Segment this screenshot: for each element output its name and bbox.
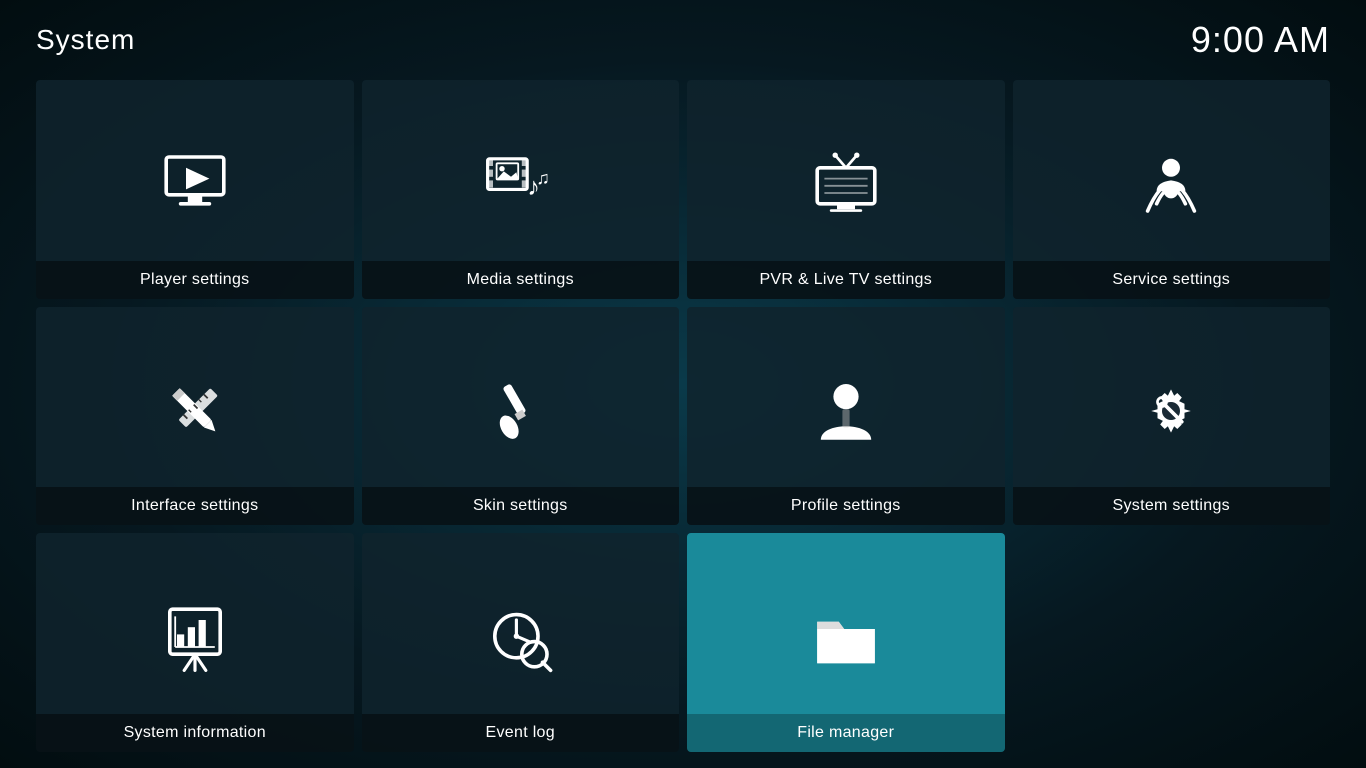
file-manager-label: File manager [687, 714, 1005, 752]
svg-text:♫: ♫ [536, 168, 550, 188]
tile-pvr-settings[interactable]: PVR & Live TV settings [687, 80, 1005, 299]
sysinfo-icon [155, 598, 235, 678]
system-settings-label: System settings [1013, 487, 1331, 525]
tile-system-settings[interactable]: System settings [1013, 307, 1331, 526]
clock: 9:00 AM [1191, 19, 1330, 61]
tile-event-log[interactable]: Event log [362, 533, 680, 752]
service-settings-label: Service settings [1013, 261, 1331, 299]
system-settings-icon [1131, 371, 1211, 451]
filemanager-icon [806, 598, 886, 678]
player-icon [155, 144, 235, 224]
service-icon [1131, 144, 1211, 224]
interface-settings-label: Interface settings [36, 487, 354, 525]
tile-system-information[interactable]: System information [36, 533, 354, 752]
event-log-label: Event log [362, 714, 680, 752]
skin-icon [480, 371, 560, 451]
tile-media-settings[interactable]: ♪ ♫ Media settings [362, 80, 680, 299]
interface-icon [155, 371, 235, 451]
skin-settings-label: Skin settings [362, 487, 680, 525]
tile-player-settings[interactable]: Player settings [36, 80, 354, 299]
page-title: System [36, 24, 135, 56]
tile-profile-settings[interactable]: Profile settings [687, 307, 1005, 526]
media-settings-label: Media settings [362, 261, 680, 299]
media-icon: ♪ ♫ [480, 144, 560, 224]
tile-service-settings[interactable]: Service settings [1013, 80, 1331, 299]
tile-interface-settings[interactable]: Interface settings [36, 307, 354, 526]
profile-settings-label: Profile settings [687, 487, 1005, 525]
tile-file-manager[interactable]: File manager [687, 533, 1005, 752]
header: System 9:00 AM [0, 0, 1366, 72]
pvr-settings-label: PVR & Live TV settings [687, 261, 1005, 299]
profile-icon [806, 371, 886, 451]
pvr-icon [806, 144, 886, 224]
settings-grid: Player settings ♪ ♫ [0, 72, 1366, 768]
player-settings-label: Player settings [36, 261, 354, 299]
system-information-label: System information [36, 714, 354, 752]
tile-skin-settings[interactable]: Skin settings [362, 307, 680, 526]
eventlog-icon [480, 598, 560, 678]
